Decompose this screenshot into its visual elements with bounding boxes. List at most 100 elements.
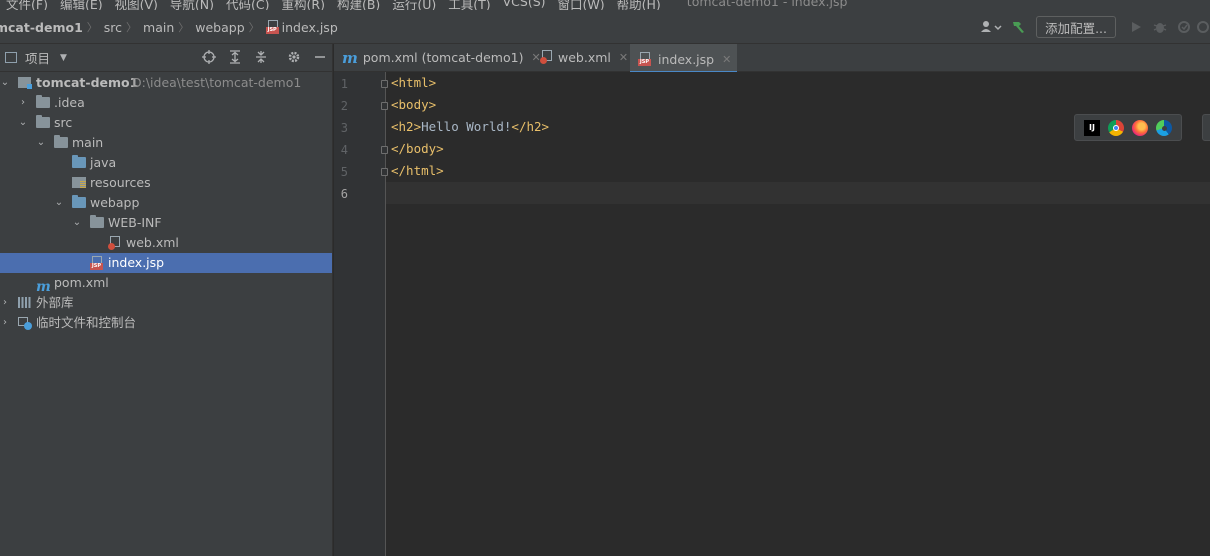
side-panel-handle[interactable] bbox=[1202, 114, 1210, 141]
tree-item-scratches[interactable]: › 临时文件和控制台 bbox=[0, 313, 332, 333]
menu-navigate[interactable]: 导航(N) bbox=[170, 0, 214, 10]
hide-icon[interactable] bbox=[312, 50, 328, 66]
build-hammer-icon[interactable] bbox=[1006, 15, 1030, 39]
fold-icon[interactable] bbox=[381, 80, 388, 88]
tree-item-java[interactable]: java bbox=[0, 153, 332, 173]
menu-help[interactable]: 帮助(H) bbox=[617, 0, 661, 10]
menu-refactor[interactable]: 重构(R) bbox=[282, 0, 325, 10]
menu-edit[interactable]: 编辑(E) bbox=[60, 0, 103, 10]
tree-item-label: 临时文件和控制台 bbox=[36, 315, 137, 330]
menu-code[interactable]: 代码(C) bbox=[226, 0, 269, 10]
fold-icon[interactable] bbox=[381, 168, 388, 176]
firefox-icon[interactable] bbox=[1132, 119, 1148, 136]
edge-icon[interactable] bbox=[1156, 119, 1172, 136]
expand-all-icon[interactable] bbox=[227, 50, 243, 66]
chevron-down-icon[interactable]: ⌄ bbox=[17, 113, 29, 133]
tree-item-index-jsp[interactable]: JSP index.jsp bbox=[0, 253, 332, 273]
navigation-bar: mcat-demo1 〉 src 〉 main 〉 webapp 〉 JSP i… bbox=[0, 10, 1210, 44]
chevron-down-icon[interactable]: ⌄ bbox=[71, 213, 83, 233]
chevron-down-icon[interactable]: ▼ bbox=[60, 53, 67, 63]
tree-item-idea[interactable]: › .idea bbox=[0, 93, 332, 113]
tab-index-jsp[interactable]: JSP index.jsp ✕ bbox=[630, 44, 738, 74]
breadcrumb-project[interactable]: mcat-demo1 bbox=[0, 20, 83, 35]
code-text: Hello World! bbox=[421, 119, 512, 134]
xml-file-icon bbox=[108, 236, 123, 250]
folder-icon bbox=[90, 215, 105, 229]
tree-item-path: D:\idea\test\tomcat-demo1 bbox=[132, 75, 302, 90]
tree-item-label: main bbox=[72, 135, 104, 150]
tree-item-src[interactable]: ⌄ src bbox=[0, 113, 332, 133]
tab-label: web.xml bbox=[558, 50, 611, 65]
project-panel-title[interactable]: 项目 bbox=[25, 48, 50, 67]
menu-window[interactable]: 窗口(W) bbox=[558, 0, 605, 10]
code-line: <h2>Hello World!</h2> bbox=[391, 116, 549, 138]
profile-icon[interactable] bbox=[1196, 15, 1210, 39]
tree-item-resources[interactable]: resources bbox=[0, 173, 332, 193]
chevron-down-icon[interactable]: ⌄ bbox=[53, 193, 65, 213]
tree-item-label: resources bbox=[90, 175, 151, 190]
menu-build[interactable]: 构建(B) bbox=[337, 0, 380, 10]
locate-icon[interactable] bbox=[201, 50, 217, 66]
browser-popup: IJ bbox=[1074, 114, 1182, 141]
collapse-all-icon[interactable] bbox=[253, 50, 269, 66]
tree-item-label: .idea bbox=[54, 95, 85, 110]
line-number: 5 bbox=[340, 165, 348, 179]
chevron-down-icon[interactable]: ⌄ bbox=[0, 73, 11, 93]
code-editor[interactable]: 1 2 3 4 5 6 <html> <body> <h2>Hello Worl… bbox=[334, 72, 1210, 556]
tree-item-pom-xml[interactable]: m pom.xml bbox=[0, 273, 332, 294]
breadcrumb-webapp[interactable]: webapp bbox=[195, 20, 244, 35]
run-icon[interactable] bbox=[1124, 15, 1148, 39]
tree-item-label: 外部库 bbox=[36, 295, 74, 310]
coverage-icon[interactable] bbox=[1172, 15, 1196, 39]
html-tag: </body> bbox=[391, 141, 444, 156]
close-icon[interactable]: ✕ bbox=[722, 53, 731, 66]
menu-run[interactable]: 运行(U) bbox=[392, 0, 436, 10]
code-content[interactable]: <html> <body> <h2>Hello World!</h2> </bo… bbox=[391, 72, 549, 204]
tab-pom-xml[interactable]: m pom.xml (tomcat-demo1) ✕ bbox=[342, 44, 541, 71]
chevron-right-icon: 〉 bbox=[86, 21, 98, 34]
breadcrumb-main[interactable]: main bbox=[143, 20, 174, 35]
tree-item-tomcat-demo1[interactable]: ⌄ tomcat-demo1 D:\idea\test\tomcat-demo1 bbox=[0, 73, 332, 93]
tree-item-label: WEB-INF bbox=[108, 215, 162, 230]
code-line: <body> bbox=[391, 94, 549, 116]
jsp-file-icon: JSP bbox=[265, 20, 279, 34]
html-tag: </html> bbox=[391, 163, 444, 178]
source-folder-icon bbox=[72, 155, 87, 169]
code-line: <html> bbox=[391, 72, 549, 94]
window-title: tomcat-demo1 - index.jsp bbox=[686, 0, 848, 9]
fold-icon[interactable] bbox=[381, 102, 388, 110]
user-icon[interactable] bbox=[976, 15, 1006, 39]
html-tag: <html> bbox=[391, 75, 437, 90]
project-panel-header: 项目 ▼ bbox=[0, 44, 332, 72]
chrome-icon[interactable] bbox=[1108, 119, 1124, 136]
tab-web-xml[interactable]: web.xml ✕ bbox=[540, 44, 628, 71]
chevron-down-icon[interactable]: ⌄ bbox=[35, 133, 47, 153]
debug-icon[interactable] bbox=[1148, 15, 1172, 39]
tree-item-label: java bbox=[90, 155, 117, 170]
tree-item-main[interactable]: ⌄ main bbox=[0, 133, 332, 153]
tree-item-external-libraries[interactable]: › 外部库 bbox=[0, 293, 332, 313]
tree-item-webapp[interactable]: ⌄ webapp bbox=[0, 193, 332, 213]
menu-vcs[interactable]: VCS(S) bbox=[503, 0, 546, 10]
intellij-browser-icon[interactable]: IJ bbox=[1084, 119, 1100, 136]
menu-view[interactable]: 视图(V) bbox=[115, 0, 158, 10]
chevron-right-icon[interactable]: › bbox=[0, 313, 11, 333]
tree-item-web-inf[interactable]: ⌄ WEB-INF bbox=[0, 213, 332, 233]
menu-tools[interactable]: 工具(T) bbox=[448, 0, 490, 10]
add-configuration-button[interactable]: 添加配置... bbox=[1036, 16, 1116, 38]
html-tag: <body> bbox=[391, 97, 437, 112]
chevron-right-icon[interactable]: › bbox=[17, 93, 29, 113]
jsp-file-icon: JSP bbox=[90, 256, 105, 270]
settings-icon[interactable] bbox=[286, 50, 302, 66]
resources-folder-icon bbox=[72, 177, 87, 189]
chevron-right-icon: 〉 bbox=[248, 21, 260, 34]
breadcrumb-file[interactable]: index.jsp bbox=[282, 20, 338, 35]
menu-bar: 文件(F) 编辑(E) 视图(V) 导航(N) 代码(C) 重构(R) 构建(B… bbox=[0, 0, 1210, 10]
breadcrumb-src[interactable]: src bbox=[104, 20, 122, 35]
chevron-right-icon[interactable]: › bbox=[0, 293, 11, 313]
menu-file[interactable]: 文件(F) bbox=[6, 0, 48, 10]
fold-icon[interactable] bbox=[381, 146, 388, 154]
gutter: 1 2 3 4 5 6 bbox=[334, 72, 388, 556]
close-icon[interactable]: ✕ bbox=[619, 51, 628, 64]
tree-item-web-xml[interactable]: web.xml bbox=[0, 233, 332, 253]
